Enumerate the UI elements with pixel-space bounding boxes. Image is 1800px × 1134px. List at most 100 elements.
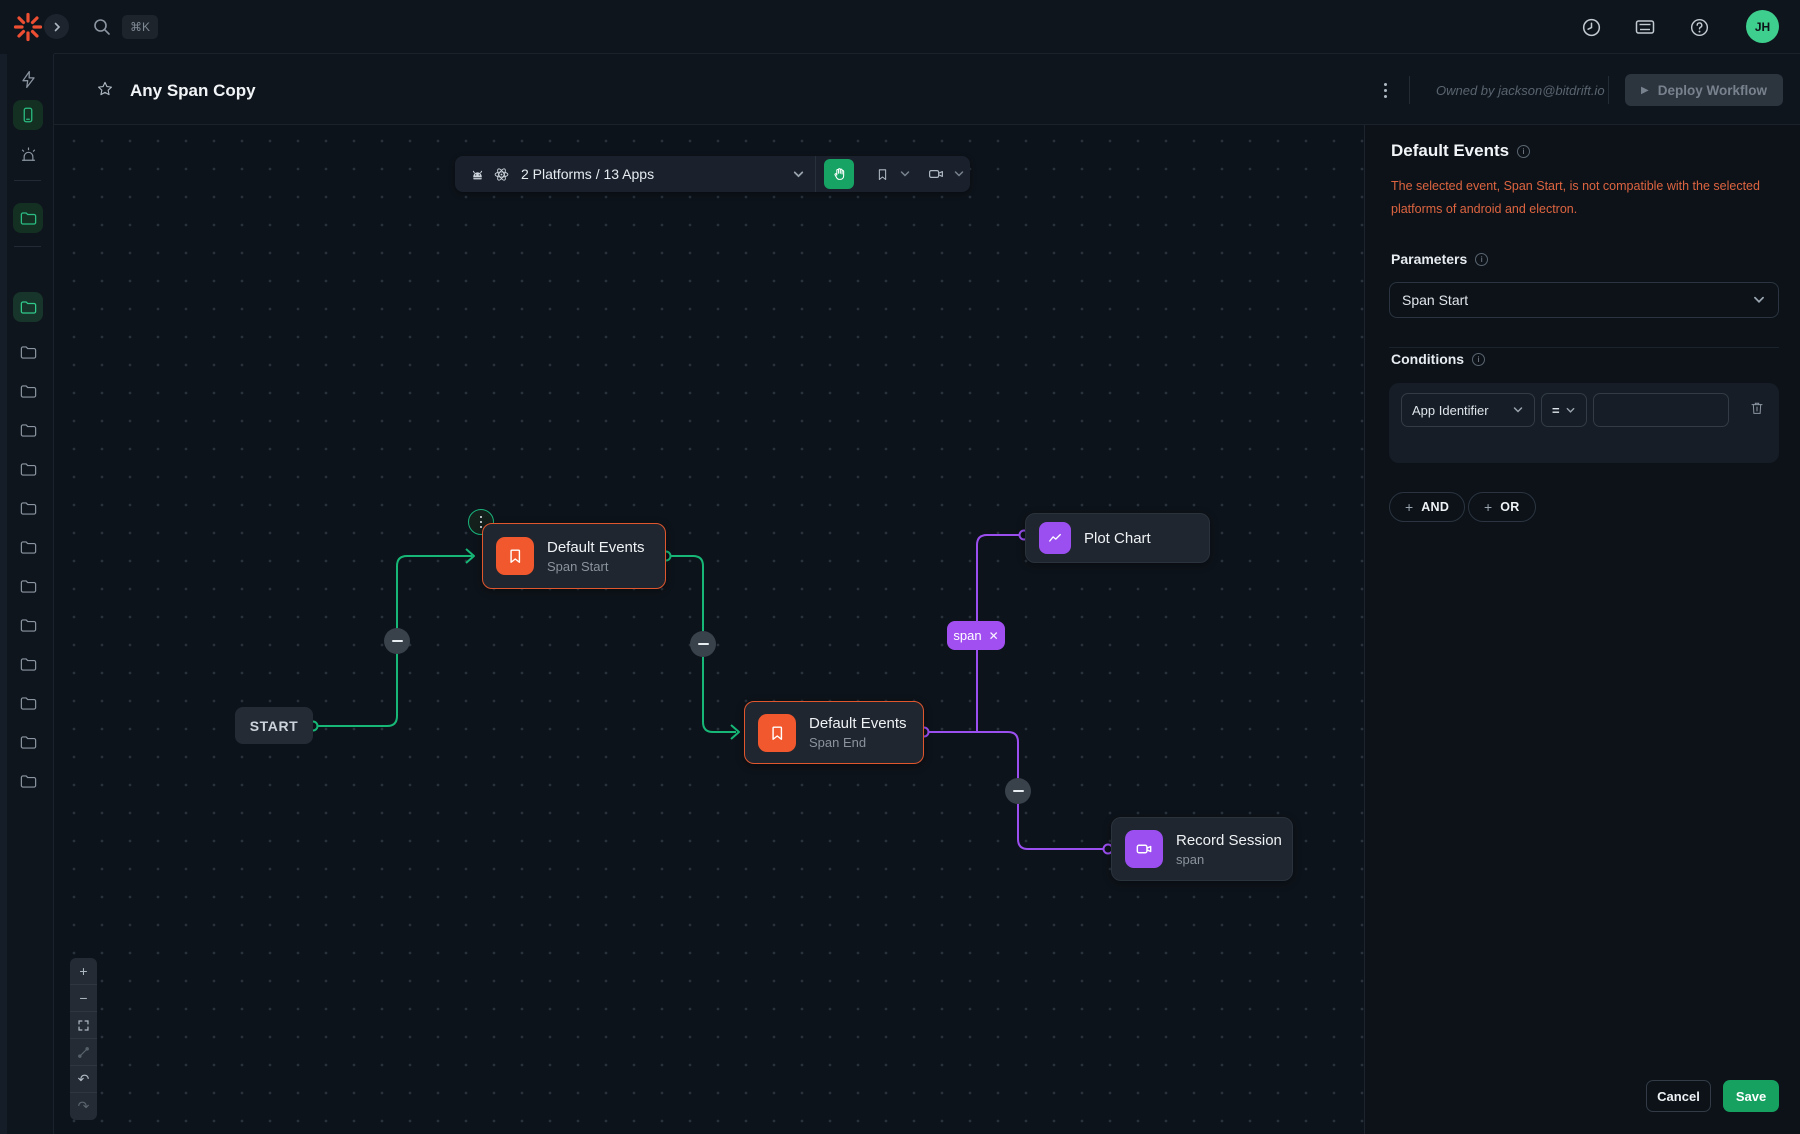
- folder-icon[interactable]: [13, 649, 43, 679]
- bookmark-icon[interactable]: [870, 167, 894, 182]
- left-sidebar: [0, 54, 54, 1134]
- conditions-label-row: Conditions i: [1391, 351, 1485, 367]
- zoom-in-button[interactable]: +: [70, 958, 97, 985]
- node-subtitle: span: [1176, 852, 1282, 867]
- hand-icon: [831, 166, 847, 182]
- search-shortcut-badge[interactable]: ⌘K: [122, 15, 158, 39]
- android-icon: [469, 166, 486, 183]
- window-edge: [0, 54, 7, 1134]
- mobile-device-icon[interactable]: [13, 100, 43, 130]
- header-divider: [1409, 76, 1410, 104]
- sidebar-divider: [14, 180, 41, 181]
- condition-operator-value: =: [1552, 403, 1560, 418]
- sidebar-expand-button[interactable]: [44, 14, 69, 39]
- folder-icon[interactable]: [13, 292, 43, 322]
- validation-error-text: The selected event, Span Start, is not c…: [1391, 175, 1783, 221]
- node-start[interactable]: START: [235, 707, 313, 744]
- folder-icon[interactable]: [13, 203, 43, 233]
- history-clock-icon[interactable]: [1580, 16, 1602, 38]
- info-icon[interactable]: i: [1472, 353, 1485, 366]
- workflow-header: Any Span Copy Owned by jackson@bitdrift.…: [54, 54, 1800, 125]
- folder-icon[interactable]: [13, 571, 43, 601]
- folder-icon[interactable]: [13, 727, 43, 757]
- bookmark-icon: [758, 714, 796, 752]
- folder-icon[interactable]: [13, 454, 43, 484]
- plus-icon: +: [1405, 499, 1413, 515]
- video-camera-icon[interactable]: [924, 165, 948, 183]
- zoom-controls: + − ↶ ↷: [70, 958, 97, 1120]
- favorite-star-icon[interactable]: [96, 80, 114, 98]
- info-icon[interactable]: i: [1475, 253, 1488, 266]
- and-label: AND: [1421, 500, 1449, 514]
- folder-icon[interactable]: [13, 532, 43, 562]
- edge-label: span: [953, 628, 981, 643]
- condition-field-select[interactable]: App Identifier: [1401, 393, 1535, 427]
- condition-card: App Identifier =: [1389, 383, 1779, 463]
- add-and-condition-button[interactable]: + AND: [1389, 492, 1465, 522]
- edge-collapse-button[interactable]: [690, 631, 716, 657]
- node-title: Default Events: [809, 715, 907, 732]
- workflow-editor-app: ⌘K JH: [0, 0, 1800, 1134]
- node-plot-chart[interactable]: Plot Chart: [1025, 513, 1210, 563]
- keyboard-icon[interactable]: [1634, 16, 1656, 38]
- cancel-button[interactable]: Cancel: [1646, 1080, 1711, 1112]
- bookmark-icon: [496, 537, 534, 575]
- page-title: Any Span Copy: [130, 81, 256, 101]
- top-bar: ⌘K JH: [0, 0, 1800, 54]
- folder-icon[interactable]: [13, 493, 43, 523]
- fit-view-button[interactable]: [70, 1012, 97, 1039]
- info-icon[interactable]: i: [1517, 145, 1530, 158]
- search-icon[interactable]: [92, 17, 112, 37]
- more-options-button[interactable]: [1374, 79, 1396, 101]
- edge-collapse-button[interactable]: [384, 628, 410, 654]
- folder-icon[interactable]: [13, 415, 43, 445]
- add-or-condition-button[interactable]: + OR: [1468, 492, 1536, 522]
- edge-label-badge[interactable]: span ✕: [947, 621, 1005, 650]
- panel-title-row: Default Events i: [1391, 141, 1530, 161]
- video-camera-icon: [1125, 830, 1163, 868]
- chevron-down-icon: [1512, 404, 1524, 416]
- node-record-session[interactable]: Record Session span: [1111, 817, 1293, 881]
- workflow-canvas[interactable]: 2 Platforms / 13 Apps: [54, 125, 1364, 1134]
- platforms-apps-label[interactable]: 2 Platforms / 13 Apps: [521, 166, 654, 182]
- redo-button[interactable]: ↷: [70, 1093, 97, 1120]
- edge-collapse-button[interactable]: [1005, 778, 1031, 804]
- condition-operator-select[interactable]: =: [1541, 393, 1587, 427]
- node-default-events-span-end[interactable]: Default Events Span End: [744, 701, 924, 764]
- folder-icon[interactable]: [13, 766, 43, 796]
- save-button[interactable]: Save: [1723, 1080, 1779, 1112]
- panel-divider: [1389, 347, 1779, 348]
- bitdrift-logo-icon[interactable]: [13, 12, 43, 42]
- alert-siren-icon[interactable]: [13, 140, 43, 170]
- node-title: Plot Chart: [1084, 530, 1151, 547]
- trash-icon[interactable]: [1749, 400, 1765, 416]
- conditions-label: Conditions: [1391, 351, 1464, 367]
- undo-button[interactable]: ↶: [70, 1066, 97, 1093]
- parameter-select[interactable]: Span Start: [1389, 282, 1779, 318]
- folder-icon[interactable]: [13, 376, 43, 406]
- user-avatar[interactable]: JH: [1746, 10, 1779, 43]
- help-icon[interactable]: [1688, 16, 1710, 38]
- folder-icon[interactable]: [13, 337, 43, 367]
- connection-mode-button[interactable]: [70, 1039, 97, 1066]
- chevron-down-icon[interactable]: [894, 168, 916, 180]
- chevron-down-icon: [1565, 405, 1576, 416]
- folder-icon[interactable]: [13, 688, 43, 718]
- condition-value-input[interactable]: [1593, 393, 1729, 427]
- toolbar-divider: [815, 156, 816, 192]
- zoom-out-button[interactable]: −: [70, 985, 97, 1012]
- chevron-down-icon[interactable]: [792, 168, 805, 181]
- parameters-label-row: Parameters i: [1391, 251, 1488, 267]
- close-icon[interactable]: ✕: [989, 629, 999, 643]
- parameter-value: Span Start: [1402, 292, 1468, 308]
- pan-tool-button[interactable]: [824, 159, 854, 189]
- node-details-panel: Default Events i The selected event, Spa…: [1364, 125, 1800, 1134]
- bolt-icon[interactable]: [13, 64, 43, 94]
- deploy-workflow-button[interactable]: ▶ Deploy Workflow: [1625, 74, 1783, 106]
- chevron-down-icon[interactable]: [948, 168, 970, 180]
- node-title: Default Events: [547, 539, 645, 556]
- node-default-events-span-start[interactable]: Default Events Span Start: [482, 523, 666, 589]
- sidebar-divider: [14, 246, 41, 247]
- node-subtitle: Span Start: [547, 559, 645, 574]
- folder-icon[interactable]: [13, 610, 43, 640]
